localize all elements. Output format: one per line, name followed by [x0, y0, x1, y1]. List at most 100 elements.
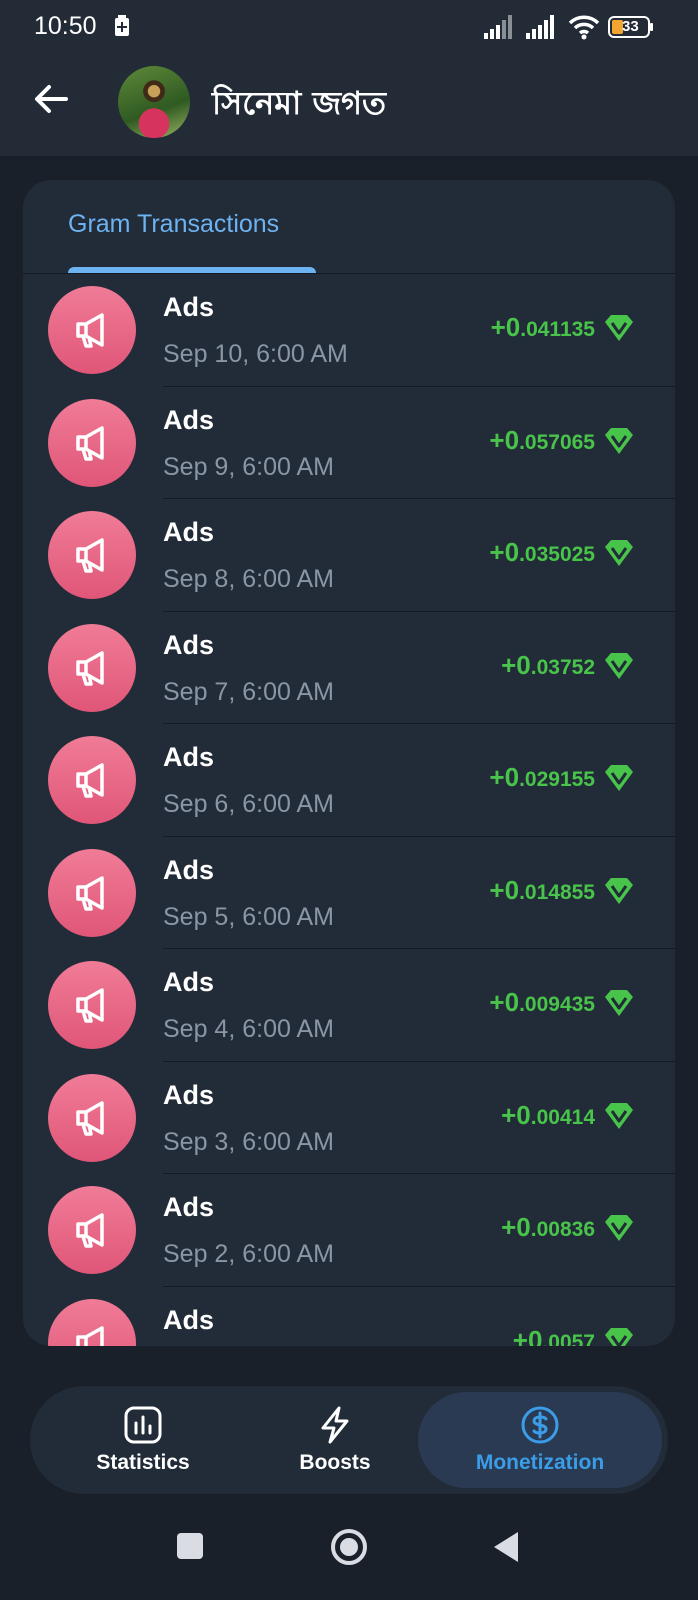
transaction-row[interactable]: Ads Sep 4, 6:00 AM +0.009435: [23, 949, 675, 1062]
megaphone-icon: [76, 1325, 104, 1346]
transaction-row[interactable]: Ads +0.0057: [23, 1287, 675, 1347]
wifi-icon: [568, 15, 600, 40]
amount-fraction: .014855: [519, 880, 595, 904]
system-navigation: [0, 1500, 698, 1600]
megaphone-icon: [76, 1100, 104, 1136]
amount-integer: +0: [512, 1324, 543, 1347]
transaction-date: Sep 9, 6:00 AM: [163, 452, 334, 481]
ads-avatar: [48, 623, 136, 712]
status-indicators: 33: [484, 12, 654, 42]
amount-fraction: .00414: [530, 1105, 595, 1129]
diamond-icon: [605, 1215, 633, 1241]
amount-fraction: .041135: [520, 318, 595, 341]
transaction-title: Ads: [163, 1192, 215, 1222]
nav-boosts[interactable]: Boosts: [222, 1392, 448, 1488]
megaphone-icon: [76, 313, 104, 348]
transaction-title: Ads: [163, 854, 215, 885]
amount-integer: +0: [489, 874, 520, 905]
transaction-row[interactable]: Ads Sep 9, 6:00 AM +0.057065: [23, 387, 675, 499]
ads-avatar: [48, 511, 136, 599]
ads-avatar: [48, 736, 136, 824]
transaction-row[interactable]: Ads Sep 3, 6:00 AM +0.00414: [23, 1062, 675, 1174]
amount-fraction: .009435: [519, 993, 595, 1016]
megaphone-icon: [76, 538, 104, 573]
transaction-row[interactable]: Ads Sep 7, 6:00 AM +0.03752: [23, 612, 675, 724]
megaphone-icon: [76, 988, 104, 1023]
transaction-title: Ads: [163, 742, 215, 772]
megaphone-icon: [76, 425, 104, 461]
status-time: 10:50: [34, 12, 97, 40]
amount-integer: +0: [489, 537, 520, 567]
back-nav-button[interactable]: [492, 1530, 520, 1564]
transaction-title: Ads: [163, 967, 215, 997]
transaction-row[interactable]: Ads Sep 10, 6:00 AM +0.041135: [23, 274, 675, 387]
diamond-icon: [605, 990, 633, 1016]
amount-fraction: .0057: [542, 1330, 595, 1347]
transaction-row[interactable]: Ads Sep 2, 6:00 AM +0.00836: [23, 1174, 675, 1287]
amount-integer: +0: [489, 424, 520, 455]
transaction-row[interactable]: Ads Sep 5, 6:00 AM +0.014855: [23, 837, 675, 949]
diamond-icon: [605, 315, 633, 341]
nav-statistics-label: Statistics: [96, 1451, 190, 1474]
amount-fraction: .00836: [530, 1218, 595, 1241]
battery-level: 33: [622, 18, 639, 35]
ads-avatar: [48, 1186, 136, 1274]
diamond-icon: [605, 540, 633, 566]
lightning-icon: [321, 1406, 349, 1444]
transaction-date: Sep 4, 6:00 AM: [163, 1015, 334, 1043]
dollar-icon: [521, 1406, 559, 1444]
amount-integer: +0: [501, 649, 531, 680]
transaction-amount: +0.00836: [501, 1212, 595, 1243]
chart-icon: [124, 1406, 162, 1444]
transaction-title: Ads: [163, 1079, 215, 1110]
transaction-amount: +0.041135: [491, 312, 595, 343]
tab-gram-transactions[interactable]: Gram Transactions: [68, 210, 279, 239]
back-arrow-icon: [35, 85, 68, 113]
transaction-row[interactable]: Ads Sep 8, 6:00 AM +0.035025: [23, 499, 675, 612]
nav-monetization-label: Monetization: [475, 1451, 605, 1474]
transaction-amount: +0.035025: [489, 537, 595, 568]
diamond-icon: [605, 427, 633, 454]
amount-integer: +0: [490, 312, 521, 342]
transaction-date: Sep 3, 6:00 AM: [163, 1127, 334, 1156]
diamond-icon: [605, 877, 633, 904]
transaction-amount: +0.00414: [501, 1100, 595, 1131]
transaction-row[interactable]: Ads Sep 6, 6:00 AM +0.029155: [23, 724, 675, 837]
megaphone-icon: [76, 650, 104, 686]
ads-avatar: [48, 848, 136, 937]
signal-icon: [484, 15, 512, 39]
diamond-icon: [605, 652, 633, 679]
signal-icon-2: [526, 15, 554, 39]
tab-bar: Gram Transactions: [23, 180, 675, 274]
diamond-icon: [605, 1102, 633, 1129]
nav-monetization[interactable]: Monetization: [418, 1392, 662, 1488]
transaction-amount: +0.057065: [489, 425, 595, 456]
transaction-amount: +0.029155: [489, 762, 595, 793]
ads-avatar: [48, 286, 136, 374]
transaction-list[interactable]: Ads Sep 10, 6:00 AM +0.041135 Ads Sep 9,…: [23, 274, 675, 1346]
transaction-date: Sep 10, 6:00 AM: [163, 340, 348, 368]
transaction-title: Ads: [163, 292, 215, 322]
amount-integer: +0: [489, 762, 520, 792]
home-button[interactable]: [330, 1528, 368, 1566]
transaction-title: Ads: [163, 1304, 215, 1335]
tab-indicator: [68, 267, 316, 273]
amount-fraction: .03752: [530, 655, 595, 679]
diamond-icon: [605, 765, 633, 791]
bottom-navigation: Statistics Boosts Monetization: [30, 1386, 668, 1494]
ads-avatar: [48, 1073, 136, 1162]
transaction-date: Sep 8, 6:00 AM: [163, 565, 334, 593]
channel-avatar[interactable]: [118, 66, 190, 138]
status-bar: 10:50 33: [0, 0, 698, 52]
battery-icon: 33: [608, 16, 654, 38]
amount-fraction: .035025: [519, 543, 595, 566]
ads-avatar: [48, 1298, 136, 1346]
transaction-title: Ads: [163, 629, 215, 660]
channel-title: সিনেমা জগত: [212, 84, 387, 122]
amount-integer: +0: [501, 1099, 531, 1130]
recent-apps-button[interactable]: [176, 1532, 204, 1560]
ads-avatar: [48, 961, 136, 1049]
back-button[interactable]: [28, 76, 74, 122]
transaction-date: Sep 6, 6:00 AM: [163, 790, 334, 818]
megaphone-icon: [76, 875, 104, 911]
